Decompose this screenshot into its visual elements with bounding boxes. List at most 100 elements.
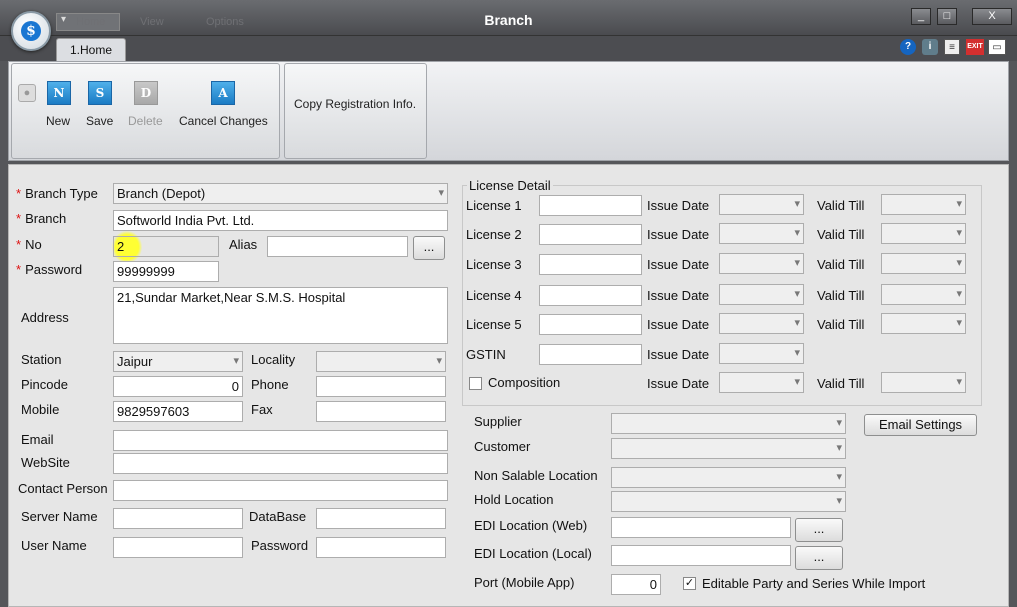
- composition-issue-date[interactable]: [719, 372, 804, 393]
- dock-icon[interactable]: ▭: [988, 39, 1006, 55]
- composition-valid-till[interactable]: [881, 372, 966, 393]
- user-name-label: User Name: [21, 538, 87, 553]
- close-button[interactable]: X: [972, 8, 1012, 25]
- edi-web-browse-button[interactable]: ...: [795, 518, 843, 542]
- password-input[interactable]: 99999999: [113, 261, 219, 282]
- fax-input[interactable]: [316, 401, 446, 422]
- edi-location-web-label: EDI Location (Web): [474, 518, 588, 533]
- hold-location-select[interactable]: [611, 491, 846, 512]
- new-icon[interactable]: N: [47, 81, 71, 105]
- license-3-issue-date[interactable]: [719, 253, 804, 274]
- license-5-input[interactable]: [539, 314, 642, 335]
- pincode-label: Pincode: [21, 377, 68, 392]
- ghost-menu-home: Home: [76, 16, 106, 28]
- license-2-valid-till[interactable]: [881, 223, 966, 244]
- gstin-issue-date[interactable]: [719, 343, 804, 364]
- license-1-issue-label: Issue Date: [647, 198, 710, 213]
- ribbon-tab-strip: [0, 36, 1017, 61]
- pincode-input[interactable]: 0: [113, 376, 243, 397]
- station-select[interactable]: Jaipur: [113, 351, 243, 372]
- edi-local-browse-button[interactable]: ...: [795, 546, 843, 570]
- minimize-button[interactable]: _: [911, 8, 931, 25]
- license-2-issue-date[interactable]: [719, 223, 804, 244]
- license-4-valid-label: Valid Till: [817, 288, 865, 303]
- composition-checkbox[interactable]: [469, 377, 482, 390]
- maximize-button[interactable]: □: [937, 8, 957, 25]
- server-name-input[interactable]: [113, 508, 243, 529]
- app-logo[interactable]: $: [11, 11, 51, 51]
- db-password-label: Password: [251, 538, 309, 553]
- mobile-input[interactable]: 9829597603: [113, 401, 243, 422]
- phone-label: Phone: [251, 377, 289, 392]
- gstin-label: GSTIN: [466, 347, 506, 362]
- license-5-label: License 5: [466, 317, 522, 332]
- composition-label: Composition: [488, 375, 561, 390]
- license-3-input[interactable]: [539, 254, 642, 275]
- port-input[interactable]: 0: [611, 574, 661, 595]
- license-1-input[interactable]: [539, 195, 642, 216]
- contact-person-input[interactable]: [113, 480, 448, 501]
- license-3-issue-label: Issue Date: [647, 257, 710, 272]
- tab-home[interactable]: 1.Home: [56, 38, 126, 61]
- edi-location-local-input[interactable]: [611, 545, 791, 566]
- save-icon[interactable]: S: [88, 81, 112, 105]
- edi-location-web-input[interactable]: [611, 517, 791, 538]
- supplier-select[interactable]: [611, 413, 846, 434]
- license-1-valid-label: Valid Till: [817, 198, 865, 213]
- license-5-issue-label: Issue Date: [647, 317, 710, 332]
- license-5-valid-till[interactable]: [881, 313, 966, 334]
- non-salable-location-select[interactable]: [611, 467, 846, 488]
- save-button[interactable]: Save: [86, 114, 113, 128]
- exit-icon[interactable]: EXIT: [966, 39, 984, 55]
- mobile-label: Mobile: [21, 402, 60, 417]
- website-input[interactable]: [113, 453, 448, 474]
- document-icon[interactable]: ≡: [944, 39, 960, 55]
- customer-select[interactable]: [611, 438, 846, 459]
- alias-browse-button[interactable]: ...: [413, 236, 445, 260]
- email-settings-button[interactable]: Email Settings: [864, 414, 977, 436]
- copy-registration-button[interactable]: Copy Registration Info.: [294, 97, 416, 111]
- email-input[interactable]: [113, 430, 448, 451]
- license-4-input[interactable]: [539, 285, 642, 306]
- license-4-issue-date[interactable]: [719, 284, 804, 305]
- server-name-label: Server Name: [21, 509, 98, 524]
- fax-label: Fax: [251, 402, 273, 417]
- license-3-label: License 3: [466, 257, 522, 272]
- user-name-input[interactable]: [113, 537, 243, 558]
- alias-label: Alias: [229, 237, 258, 252]
- composition-issue-label: Issue Date: [647, 376, 710, 391]
- license-5-valid-label: Valid Till: [817, 317, 865, 332]
- ghost-menu-view: View: [140, 16, 164, 28]
- address-textarea[interactable]: 21,Sundar Market,Near S.M.S. Hospital: [113, 287, 448, 344]
- license-2-issue-label: Issue Date: [647, 227, 710, 242]
- cancel-changes-button[interactable]: Cancel Changes: [179, 114, 268, 128]
- password-label: * Password: [16, 262, 83, 277]
- new-button[interactable]: New: [46, 114, 70, 128]
- license-3-valid-till[interactable]: [881, 253, 966, 274]
- cancel-changes-icon[interactable]: A: [211, 81, 235, 105]
- no-input[interactable]: 2: [113, 236, 219, 257]
- branch-input[interactable]: Softworld India Pvt. Ltd.: [113, 210, 448, 231]
- editable-party-checkbox[interactable]: ✓: [683, 577, 696, 590]
- license-4-valid-till[interactable]: [881, 284, 966, 305]
- license-4-issue-label: Issue Date: [647, 288, 710, 303]
- help-icon[interactable]: ?: [900, 39, 916, 55]
- locality-select[interactable]: [316, 351, 446, 372]
- info-icon[interactable]: i: [922, 39, 938, 55]
- branch-label: * Branch: [16, 211, 67, 226]
- license-1-valid-till[interactable]: [881, 194, 966, 215]
- supplier-label: Supplier: [474, 414, 522, 429]
- database-input[interactable]: [316, 508, 446, 529]
- delete-icon: D: [134, 81, 158, 105]
- ribbon-group-copy: [284, 63, 427, 159]
- gstin-input[interactable]: [539, 344, 642, 365]
- license-5-issue-date[interactable]: [719, 313, 804, 334]
- license-1-issue-date[interactable]: [719, 194, 804, 215]
- db-password-input[interactable]: [316, 537, 446, 558]
- branch-type-label: * Branch Type: [16, 186, 98, 201]
- hold-location-label: Hold Location: [474, 492, 554, 507]
- branch-type-select[interactable]: Branch (Depot): [113, 183, 448, 204]
- alias-input[interactable]: [267, 236, 408, 257]
- phone-input[interactable]: [316, 376, 446, 397]
- license-2-input[interactable]: [539, 224, 642, 245]
